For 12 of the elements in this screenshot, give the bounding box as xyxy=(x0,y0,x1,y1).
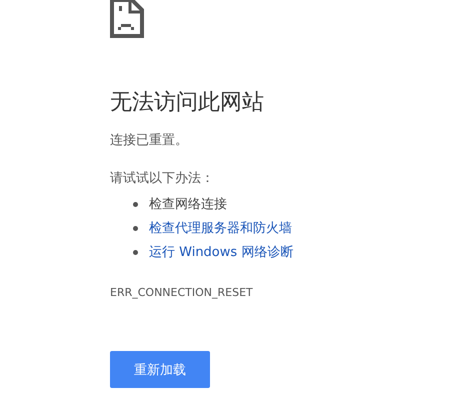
suggestions-intro: 请试试以下办法： xyxy=(110,170,215,188)
suggestion-text: 检查网络连接 xyxy=(149,196,227,213)
error-message: 连接已重置。 xyxy=(110,132,189,150)
bullet-icon xyxy=(133,250,138,254)
error-code: ERR_CONNECTION_RESET xyxy=(110,285,254,301)
error-heading: 无法访问此网站 xyxy=(110,89,265,117)
suggestion-link[interactable]: 检查代理服务器和防火墙 xyxy=(149,219,292,237)
bullet-icon xyxy=(133,202,138,206)
bullet-icon xyxy=(133,226,138,230)
reload-button[interactable]: 重新加载 xyxy=(110,351,210,388)
sad-page-icon xyxy=(110,0,144,38)
suggestion-link[interactable]: 运行 Windows 网络诊断 xyxy=(149,243,294,261)
